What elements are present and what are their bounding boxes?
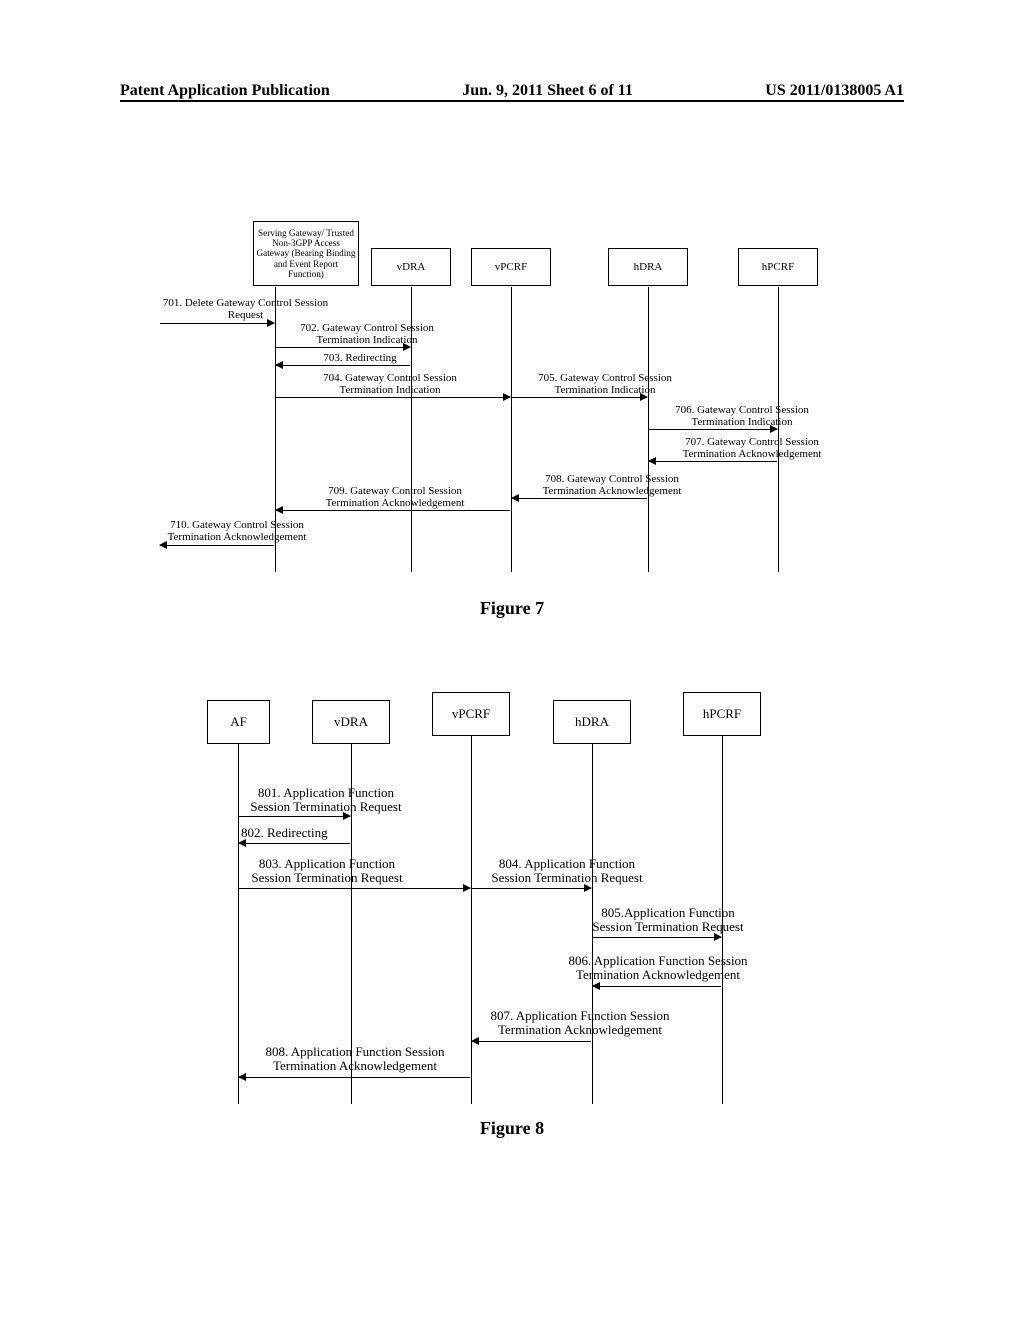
msg-807-label: 807. Application Function Session Termin… bbox=[450, 1009, 710, 1036]
msg-710-label: 710. Gateway Control Session Termination… bbox=[132, 520, 342, 543]
msg-701-arrow bbox=[160, 323, 274, 324]
page-header: Patent Application Publication Jun. 9, 2… bbox=[120, 82, 904, 100]
msg-701-label: 701. Delete Gateway Control Session Requ… bbox=[143, 298, 348, 321]
msg-807-arrow bbox=[472, 1041, 591, 1042]
lifeline-a5 bbox=[778, 287, 779, 572]
msg-804-arrow bbox=[472, 888, 591, 889]
actor-vdra-8: vDRA bbox=[312, 700, 390, 744]
msg-804-label: 804. Application Function Session Termin… bbox=[467, 857, 667, 884]
msg-808-label: 808. Application Function Session Termin… bbox=[225, 1045, 485, 1072]
msg-803-label: 803. Application Function Session Termin… bbox=[227, 857, 427, 884]
msg-803-arrow bbox=[239, 888, 470, 889]
msg-702-label: 702. Gateway Control Session Termination… bbox=[281, 323, 453, 346]
actor-hdra-8: hDRA bbox=[553, 700, 631, 744]
msg-703-arrow bbox=[276, 365, 410, 366]
msg-705-arrow bbox=[512, 397, 647, 398]
figure-7-caption: Figure 7 bbox=[412, 598, 612, 619]
msg-801-label: 801. Application Function Session Termin… bbox=[226, 786, 426, 813]
actor-serving-gateway: Serving Gateway/ Trusted Non-3GPP Access… bbox=[253, 221, 359, 286]
lifeline-a3 bbox=[511, 287, 512, 572]
msg-806-label: 806. Application Function Session Termin… bbox=[533, 954, 783, 981]
actor-af: AF bbox=[207, 700, 270, 744]
msg-802-arrow bbox=[239, 843, 350, 844]
msg-801-arrow bbox=[239, 816, 350, 817]
msg-702-arrow bbox=[276, 347, 410, 348]
msg-710-arrow bbox=[160, 545, 274, 546]
msg-707-arrow bbox=[649, 461, 777, 462]
msg-806-arrow bbox=[593, 986, 721, 987]
msg-704-arrow bbox=[276, 397, 510, 398]
actor-hdra: hDRA bbox=[608, 248, 688, 286]
msg-708-arrow bbox=[512, 498, 647, 499]
msg-706-label: 706. Gateway Control Session Termination… bbox=[652, 405, 832, 428]
actor-hpcrf: hPCRF bbox=[738, 248, 818, 286]
msg-805-arrow bbox=[593, 937, 721, 938]
msg-808-arrow bbox=[239, 1077, 470, 1078]
actor-vpcrf: vPCRF bbox=[471, 248, 551, 286]
msg-704-label: 704. Gateway Control Session Termination… bbox=[290, 373, 490, 396]
msg-703-label: 703. Redirecting bbox=[300, 353, 420, 365]
figure-8-caption: Figure 8 bbox=[412, 1118, 612, 1139]
header-rule bbox=[120, 100, 904, 102]
msg-705-label: 705. Gateway Control Session Termination… bbox=[515, 373, 695, 396]
actor-vpcrf-8: vPCRF bbox=[432, 692, 510, 736]
msg-707-label: 707. Gateway Control Session Termination… bbox=[652, 437, 852, 460]
msg-709-label: 709. Gateway Control Session Termination… bbox=[290, 486, 500, 509]
msg-706-arrow bbox=[649, 429, 777, 430]
actor-hpcrf-8: hPCRF bbox=[683, 692, 761, 736]
actor-vdra: vDRA bbox=[371, 248, 451, 286]
header-right: US 2011/0138005 A1 bbox=[765, 82, 904, 100]
msg-709-arrow bbox=[276, 510, 510, 511]
header-center: Jun. 9, 2011 Sheet 6 of 11 bbox=[462, 82, 633, 100]
msg-802-label: 802. Redirecting bbox=[241, 826, 381, 840]
msg-805-label: 805.Application Function Session Termina… bbox=[568, 906, 768, 933]
header-left: Patent Application Publication bbox=[120, 82, 330, 100]
msg-708-label: 708. Gateway Control Session Termination… bbox=[512, 474, 712, 497]
